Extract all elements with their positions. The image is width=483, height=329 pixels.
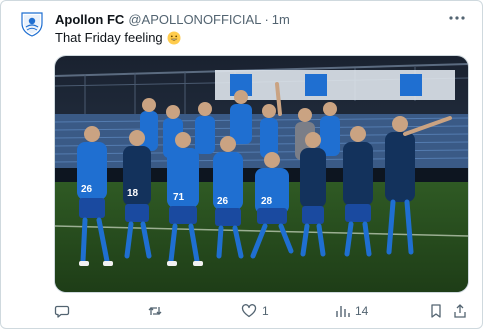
reply-icon — [54, 305, 70, 318]
tweet-header: Apollon FC @APOLLONOFFICIAL · 1m — [55, 11, 290, 27]
tweet-actions: 1 14 — [54, 301, 467, 321]
timestamp[interactable]: 1m — [272, 12, 290, 27]
grinning-face-emoji-icon — [167, 31, 181, 44]
apollon-crest-logo — [21, 12, 43, 37]
tweet-text: That Friday feeling — [55, 30, 181, 45]
share-button[interactable] — [452, 301, 468, 321]
share-icon — [454, 304, 466, 318]
views-count: 14 — [355, 304, 369, 318]
team-celebration-photo: 26 18 71 26 28 — [55, 56, 468, 292]
svg-text:28: 28 — [261, 196, 273, 207]
svg-text:26: 26 — [217, 196, 229, 207]
svg-text:71: 71 — [173, 192, 185, 203]
more-options-icon[interactable] — [448, 9, 466, 21]
author-name[interactable]: Apollon FC — [55, 12, 124, 27]
retweet-button[interactable] — [147, 301, 168, 321]
svg-text:18: 18 — [127, 188, 139, 199]
like-count: 1 — [262, 304, 269, 318]
bookmark-icon — [431, 304, 441, 318]
svg-text:26: 26 — [81, 184, 93, 195]
reply-button[interactable] — [54, 301, 75, 321]
views-button[interactable]: 14 — [334, 301, 368, 321]
bookmark-button[interactable] — [428, 301, 444, 321]
author-handle[interactable]: @APOLLONOFFICIAL — [128, 12, 261, 27]
separator-dot: · — [264, 11, 269, 27]
tweet-text-content: That Friday feeling — [55, 30, 163, 45]
heart-icon — [241, 304, 257, 318]
retweet-icon — [148, 307, 162, 315]
views-chart-icon — [336, 306, 350, 317]
tweet-photo[interactable]: 26 18 71 26 28 — [54, 55, 469, 293]
avatar[interactable] — [19, 11, 45, 37]
tweet-card[interactable]: Apollon FC @APOLLONOFFICIAL · 1m That Fr… — [0, 0, 483, 329]
like-button[interactable]: 1 — [241, 301, 269, 321]
